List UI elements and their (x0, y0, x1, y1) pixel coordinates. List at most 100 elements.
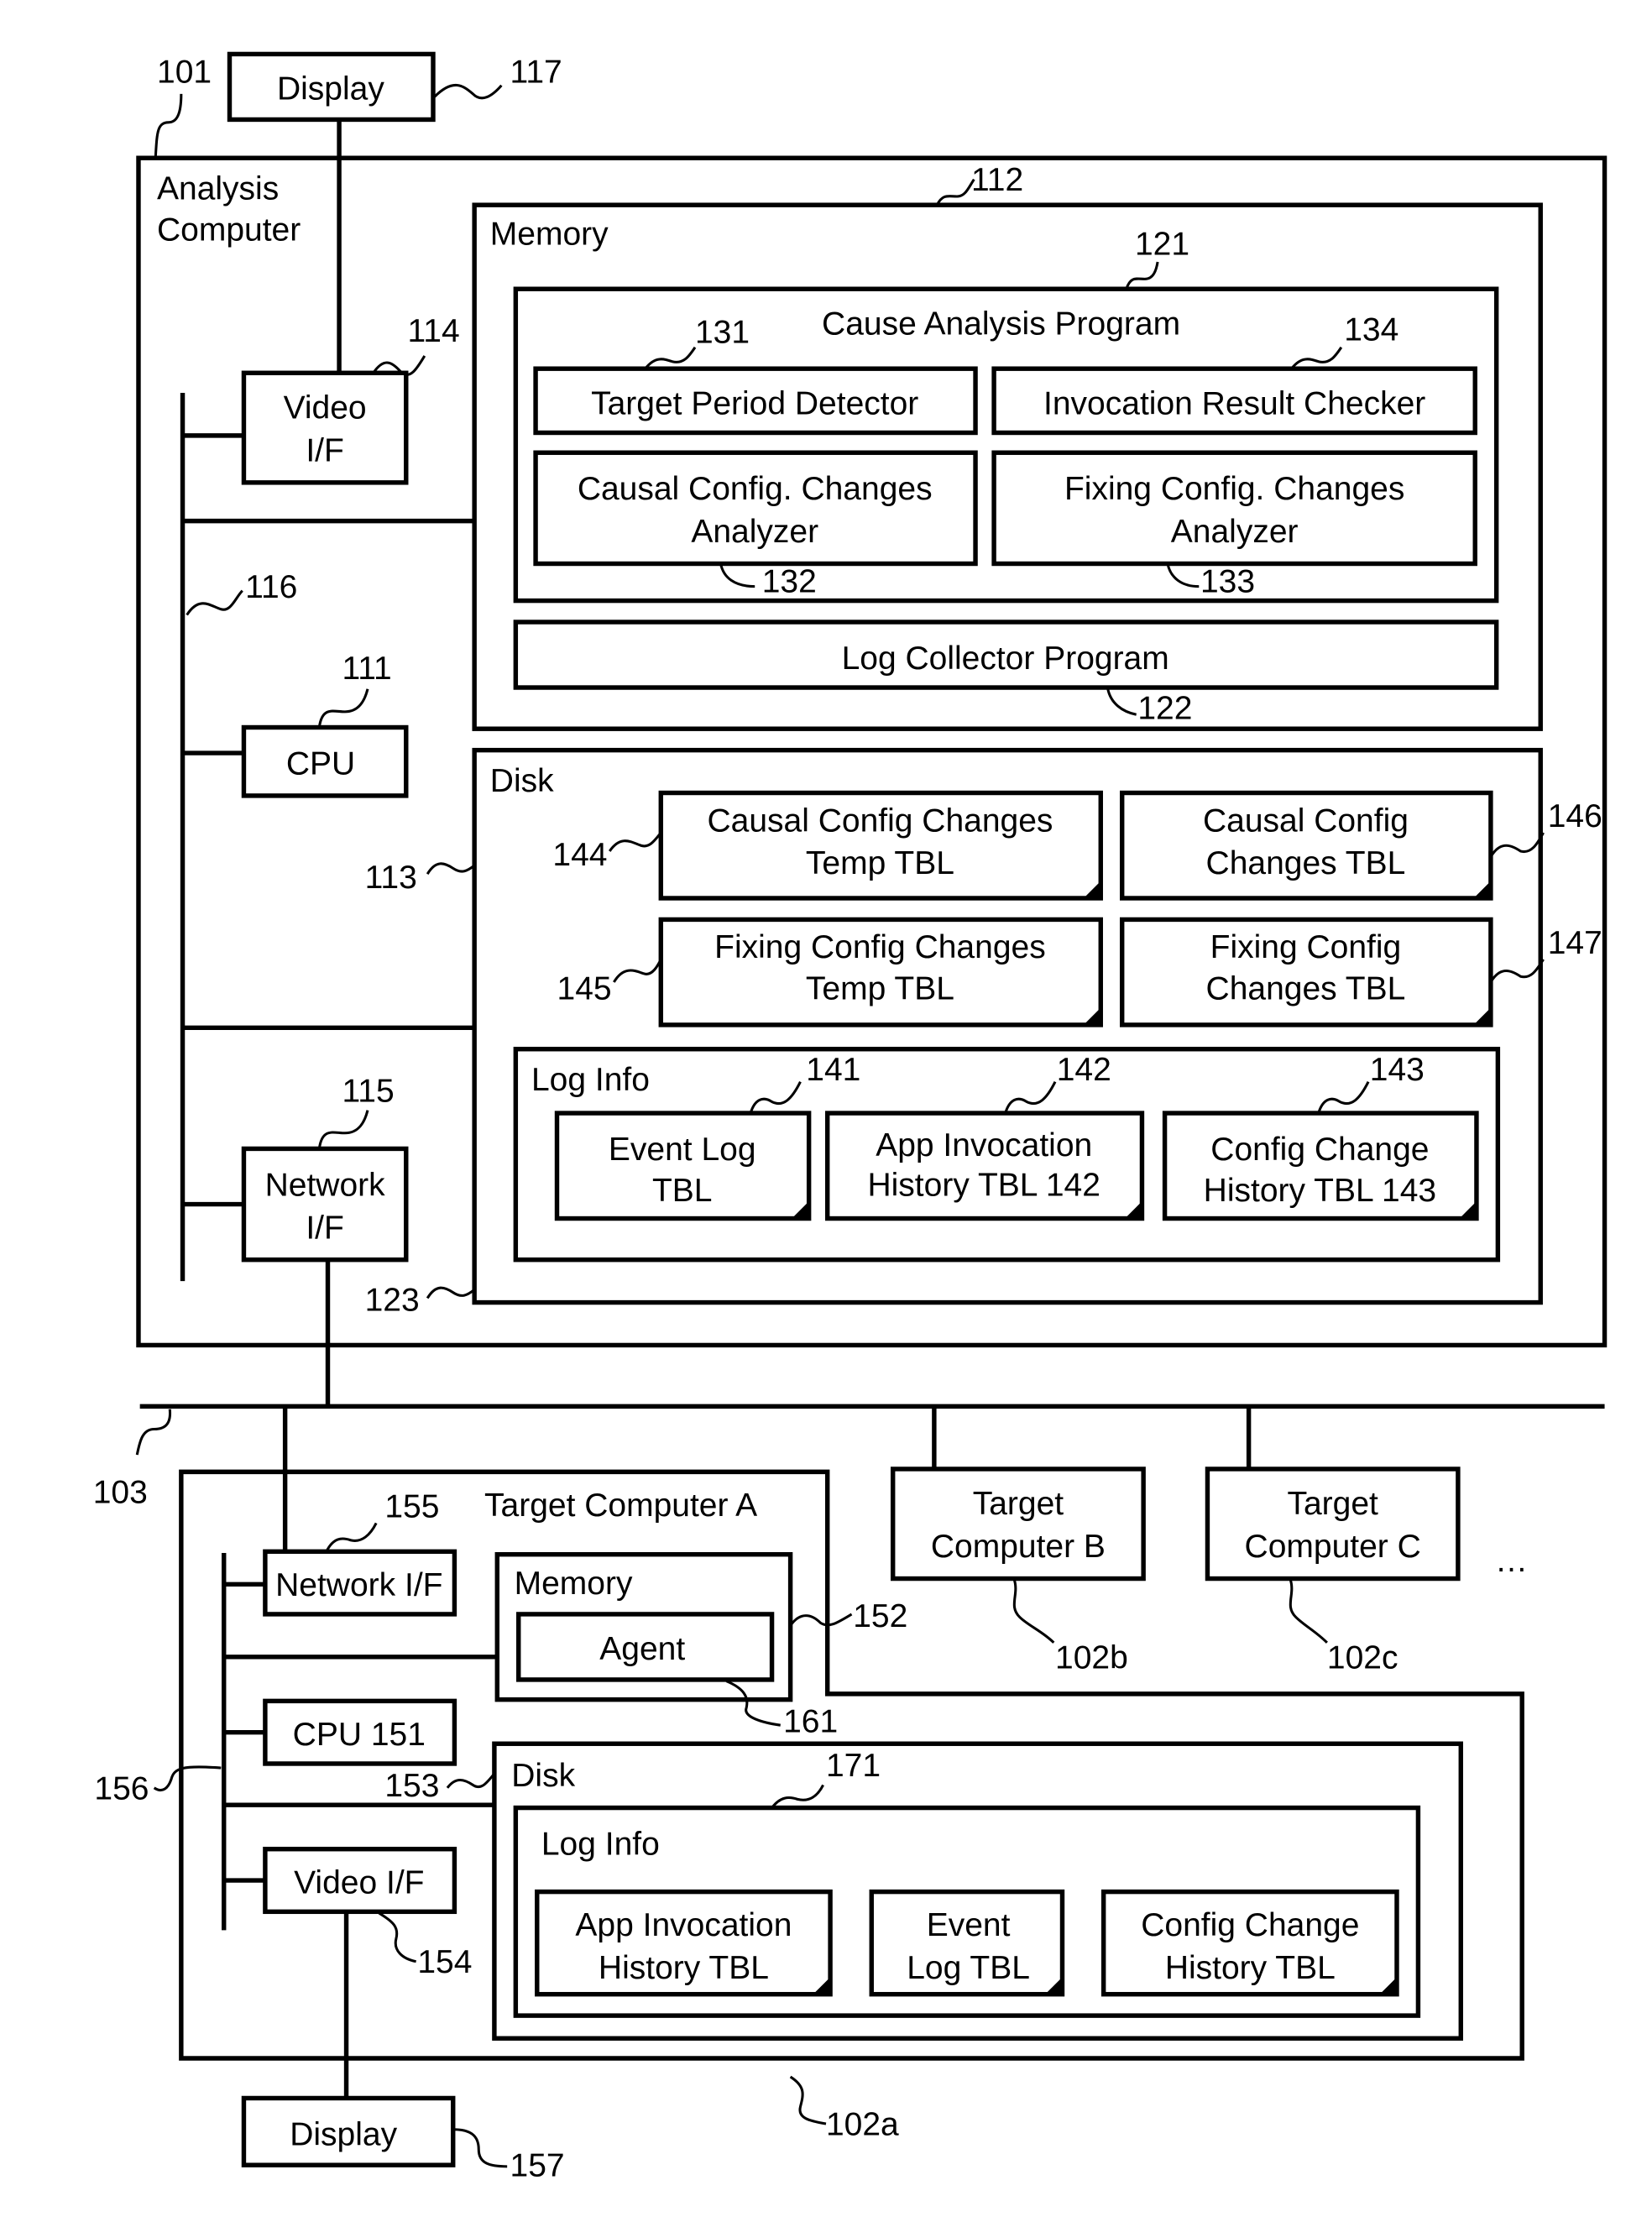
svg-text:Video I/F: Video I/F (294, 1864, 424, 1900)
more-targets-ellipsis: … (1495, 1543, 1528, 1579)
network-if-115: Network I/F (241, 1146, 409, 1263)
svg-text:Config Change: Config Change (1210, 1132, 1429, 1168)
ref-113: 113 (365, 860, 417, 896)
event-log-tbl-141: Event Log TBL (554, 1111, 812, 1221)
fixing-config-changes-analyzer-133: Fixing Config. Changes Analyzer (991, 450, 1477, 567)
ref-112: 112 (971, 162, 1023, 198)
ref-123: 123 (365, 1283, 420, 1319)
svg-text:Log Info: Log Info (541, 1827, 660, 1863)
svg-text:Causal Config: Causal Config (1203, 803, 1409, 839)
app-invocation-history-tbl-142: App Invocation History TBL 142 (824, 1111, 1145, 1221)
svg-text:Memory: Memory (490, 217, 609, 253)
svg-text:Fixing Config: Fixing Config (1210, 929, 1402, 965)
invocation-result-checker-134: Invocation Result Checker (991, 366, 1477, 436)
svg-text:Changes TBL: Changes TBL (1206, 970, 1406, 1006)
svg-text:Network: Network (265, 1167, 386, 1203)
svg-text:Computer C: Computer C (1245, 1529, 1421, 1565)
event-log-tbl-a: Event Log TBL (869, 1889, 1065, 1997)
svg-text:Changes TBL: Changes TBL (1206, 845, 1406, 881)
ref-154: 154 (417, 1944, 472, 1980)
svg-text:I/F: I/F (306, 1210, 344, 1246)
ref-117: 117 (510, 54, 562, 90)
svg-text:CPU: CPU (286, 745, 355, 782)
ref-156: 156 (94, 1770, 149, 1806)
svg-text:Fixing Config Changes: Fixing Config Changes (714, 929, 1046, 965)
fixing-config-changes-temp-tbl-145: Fixing Config Changes Temp TBL (658, 917, 1103, 1027)
ref-101: 101 (157, 54, 212, 90)
svg-text:Temp TBL: Temp TBL (806, 970, 954, 1006)
svg-text:History TBL 143: History TBL 143 (1204, 1173, 1436, 1209)
video-if-114: Video I/F (241, 370, 409, 485)
ref-155: 155 (384, 1489, 439, 1525)
causal-config-changes-temp-tbl-144: Causal Config Changes Temp TBL (658, 790, 1103, 901)
target-period-detector-131: Target Period Detector (533, 366, 978, 436)
leader-101 (154, 93, 183, 157)
ref-114: 114 (407, 313, 459, 349)
svg-text:Causal Config Changes: Causal Config Changes (707, 803, 1053, 839)
svg-text:CPU 151: CPU 151 (293, 1717, 426, 1753)
video-if-154: Video I/F (263, 1847, 457, 1915)
ref-134: 134 (1344, 311, 1398, 348)
ref-102a: 102a (826, 2107, 899, 2143)
ref-133: 133 (1200, 563, 1255, 599)
svg-text:Analyzer: Analyzer (691, 514, 818, 550)
ref-161: 161 (783, 1704, 838, 1740)
ref-116: 116 (245, 569, 297, 605)
ref-115: 115 (342, 1073, 394, 1109)
ref-122: 122 (1137, 690, 1192, 726)
svg-text:Log Info: Log Info (531, 1062, 650, 1098)
agent-161: Agent (516, 1612, 775, 1682)
svg-text:Analyzer: Analyzer (1171, 514, 1299, 550)
target-computer-b: Target Computer B (890, 1467, 1146, 1582)
target-computer-c: Target Computer C (1205, 1467, 1461, 1582)
ref-131: 131 (695, 315, 750, 351)
ref-152: 152 (853, 1598, 907, 1634)
svg-text:Target Period Detector: Target Period Detector (591, 385, 918, 421)
network-if-155: Network I/F (263, 1549, 457, 1617)
ref-146: 146 (1548, 798, 1602, 834)
svg-text:Event Log: Event Log (609, 1132, 756, 1168)
ref-132: 132 (762, 563, 817, 599)
svg-text:Disk: Disk (511, 1758, 575, 1794)
svg-text:Log Collector Program: Log Collector Program (842, 640, 1169, 677)
ref-142: 142 (1057, 1052, 1111, 1088)
svg-text:Fixing Config. Changes: Fixing Config. Changes (1064, 471, 1404, 507)
ref-157: 157 (510, 2148, 565, 2184)
display-117: Display (227, 51, 436, 123)
svg-text:Causal Config. Changes: Causal Config. Changes (578, 471, 933, 507)
svg-text:Config Change: Config Change (1141, 1907, 1359, 1943)
ref-143: 143 (1370, 1052, 1425, 1088)
config-change-history-tbl-a: Config Change History TBL (1100, 1889, 1399, 1997)
system-diagram: Display 117 101 Analysis Computer 116 Vi… (93, 51, 1608, 2184)
svg-text:Log TBL: Log TBL (907, 1950, 1030, 1986)
leader-117 (433, 84, 503, 100)
svg-text:Disk: Disk (490, 763, 554, 799)
svg-text:Invocation Result Checker: Invocation Result Checker (1043, 385, 1425, 421)
svg-text:Video: Video (284, 390, 367, 426)
ref-102c: 102c (1327, 1639, 1398, 1676)
svg-text:TBL: TBL (652, 1173, 713, 1209)
cpu-111: CPU (241, 724, 409, 798)
log-collector-program-122: Log Collector Program (513, 620, 1499, 690)
svg-text:Computer B: Computer B (931, 1529, 1106, 1565)
svg-text:Agent: Agent (599, 1631, 685, 1667)
svg-text:History TBL: History TBL (599, 1950, 769, 1986)
svg-text:Memory: Memory (515, 1566, 633, 1602)
causal-config-changes-tbl-146: Causal Config Changes TBL (1119, 790, 1493, 901)
svg-text:Temp TBL: Temp TBL (806, 845, 954, 881)
ref-102b: 102b (1055, 1639, 1128, 1676)
display-157: Display (241, 2095, 456, 2167)
ref-145: 145 (557, 970, 612, 1006)
causal-config-changes-analyzer-132: Causal Config. Changes Analyzer (533, 450, 978, 567)
analysis-computer-title: Analysis (157, 170, 279, 207)
svg-text:App Invocation: App Invocation (575, 1907, 792, 1943)
svg-text:I/F: I/F (306, 432, 344, 468)
target-computer-a-title: Target Computer A (484, 1487, 757, 1524)
ref-171: 171 (826, 1748, 881, 1784)
config-change-history-tbl-143: Config Change History TBL 143 (1162, 1111, 1479, 1221)
svg-text:Target: Target (973, 1486, 1064, 1522)
ref-141: 141 (806, 1052, 860, 1088)
ref-121: 121 (1135, 227, 1189, 263)
app-invocation-history-tbl-a: App Invocation History TBL (535, 1889, 833, 1997)
svg-text:Network I/F: Network I/F (275, 1567, 442, 1603)
